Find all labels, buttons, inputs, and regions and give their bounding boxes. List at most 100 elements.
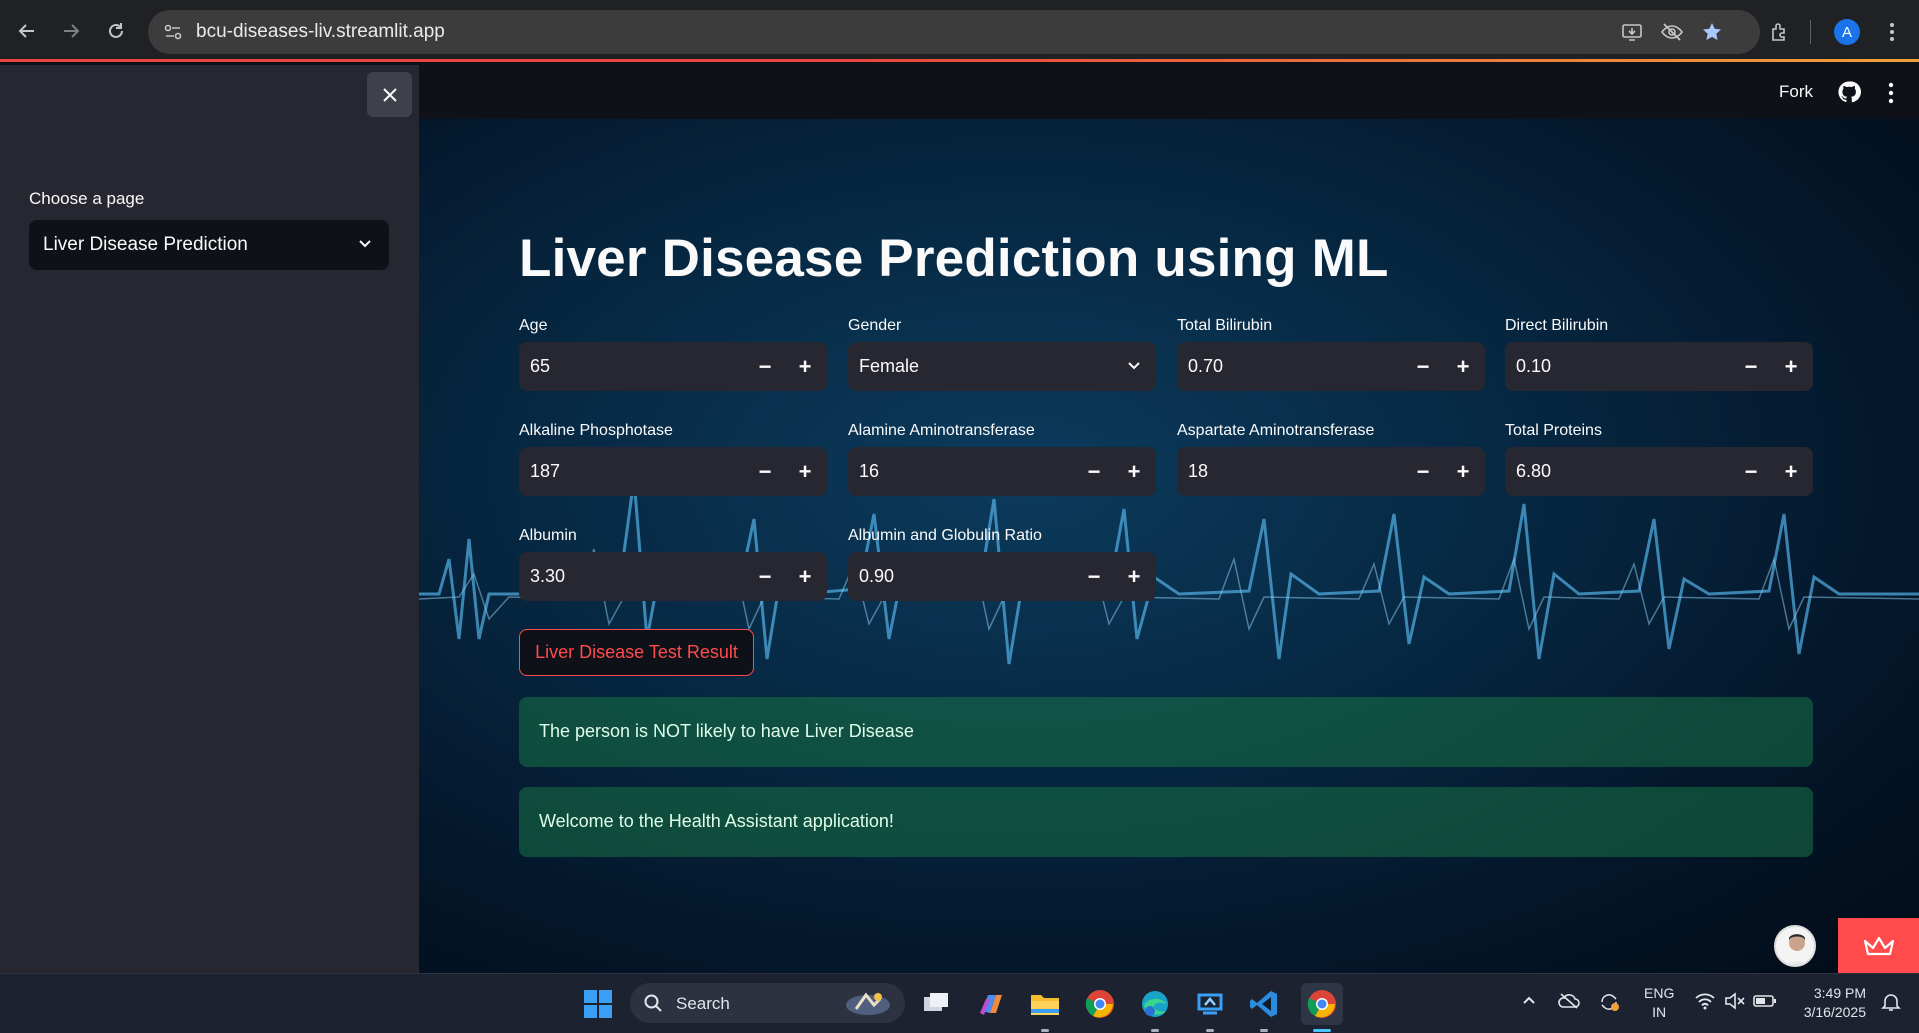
language-indicator[interactable]: ENG IN	[1644, 984, 1674, 1022]
search-placeholder: Search	[676, 994, 730, 1013]
albumin-label: Albumin	[519, 527, 577, 544]
running-indicator	[1151, 1029, 1159, 1032]
windows-start-icon[interactable]	[584, 990, 612, 1018]
total-bilirubin-decrement-button[interactable]: −	[1403, 342, 1443, 391]
cloud-off-icon[interactable]	[1558, 992, 1580, 1010]
chevron-down-icon	[1128, 362, 1140, 370]
notification-bell-icon[interactable]	[1880, 992, 1902, 1012]
task-view-app[interactable]	[918, 986, 954, 1022]
alkaline-phosphotase-value[interactable]: 187	[530, 461, 560, 482]
windows-taskbar: Search ENG IN 3:49 PM 3/16/2025	[0, 973, 1919, 1033]
age-value[interactable]: 65	[530, 356, 550, 377]
total-bilirubin-value[interactable]: 0.70	[1188, 356, 1223, 377]
total-proteins-decrement-button[interactable]: −	[1731, 447, 1771, 496]
bookmark-star-icon[interactable]	[1698, 18, 1726, 46]
close-sidebar-button[interactable]	[367, 72, 412, 117]
creator-avatar[interactable]	[1774, 925, 1816, 967]
install-app-icon[interactable]	[1618, 18, 1646, 46]
eye-off-icon[interactable]	[1658, 18, 1686, 46]
browser-toolbar: bcu-diseases-liv.streamlit.app A	[0, 0, 1919, 62]
copilot-app[interactable]	[973, 986, 1009, 1022]
sidebar: Choose a page Liver Disease Prediction	[0, 65, 419, 973]
edge-app[interactable]	[1137, 986, 1173, 1032]
vscode-app[interactable]	[1246, 986, 1282, 1032]
chrome-profile-app[interactable]	[1301, 983, 1343, 1032]
alkaline-phosphotase-increment-button[interactable]: +	[785, 447, 825, 496]
sync-icon[interactable]	[1598, 992, 1620, 1012]
total-bilirubin-input[interactable]: 0.70 − +	[1177, 342, 1485, 391]
forward-button[interactable]	[56, 16, 86, 46]
ag-ratio-decrement-button[interactable]: −	[1074, 552, 1114, 601]
page-select[interactable]: Liver Disease Prediction	[29, 220, 389, 270]
direct-bilirubin-decrement-button[interactable]: −	[1731, 342, 1771, 391]
fork-link[interactable]: Fork	[1779, 82, 1813, 102]
total-bilirubin-increment-button[interactable]: +	[1443, 342, 1483, 391]
url-text[interactable]: bcu-diseases-liv.streamlit.app	[196, 21, 445, 43]
ag-ratio-input[interactable]: 0.90 − +	[848, 552, 1156, 601]
ag-ratio-value[interactable]: 0.90	[859, 566, 894, 587]
aspartate-aminotransferase-input[interactable]: 18 − +	[1177, 447, 1485, 496]
search-icon	[644, 994, 662, 1012]
albumin-increment-button[interactable]: +	[785, 552, 825, 601]
site-settings-icon[interactable]	[162, 21, 184, 43]
crown-icon	[1863, 936, 1894, 955]
direct-bilirubin-input[interactable]: 0.10 − +	[1505, 342, 1813, 391]
prediction-result-text: The person is NOT likely to have Liver D…	[539, 721, 914, 741]
chevron-up-icon[interactable]	[1521, 992, 1537, 1008]
aspartate-aminotransferase-decrement-button[interactable]: −	[1403, 447, 1443, 496]
alamine-aminotransferase-increment-button[interactable]: +	[1114, 447, 1154, 496]
battery-icon[interactable]	[1753, 992, 1777, 1010]
prediction-result-alert: The person is NOT likely to have Liver D…	[519, 697, 1813, 767]
age-input[interactable]: 65 − +	[519, 342, 827, 391]
albumin-value[interactable]: 3.30	[530, 566, 565, 587]
direct-bilirubin-label: Direct Bilirubin	[1505, 317, 1609, 334]
total-proteins-value[interactable]: 6.80	[1516, 461, 1551, 482]
total-proteins-input[interactable]: 6.80 − +	[1505, 447, 1813, 496]
speaker-muted-icon[interactable]	[1724, 992, 1746, 1010]
app-menu-icon[interactable]	[1885, 81, 1897, 105]
aspartate-aminotransferase-value[interactable]: 18	[1188, 461, 1208, 482]
github-icon[interactable]	[1837, 80, 1861, 104]
extensions-icon[interactable]	[1766, 18, 1794, 46]
chrome-menu-icon[interactable]	[1878, 18, 1906, 46]
remote-app[interactable]	[1192, 986, 1228, 1032]
wifi-icon[interactable]	[1694, 992, 1716, 1010]
liver-test-result-button[interactable]: Liver Disease Test Result	[519, 629, 754, 676]
aspartate-aminotransferase-increment-button[interactable]: +	[1443, 447, 1483, 496]
albumin-decrement-button[interactable]: −	[745, 552, 785, 601]
albumin-input[interactable]: 3.30 − +	[519, 552, 827, 601]
close-icon	[382, 87, 397, 102]
folder-icon	[1031, 995, 1059, 1015]
alamine-aminotransferase-decrement-button[interactable]: −	[1074, 447, 1114, 496]
gender-select[interactable]: Female	[848, 342, 1156, 391]
profile-avatar[interactable]: A	[1834, 19, 1860, 45]
alamine-aminotransferase-input[interactable]: 16 − +	[848, 447, 1156, 496]
page-title: Liver Disease Prediction using ML	[519, 229, 1389, 288]
reload-icon	[109, 23, 123, 38]
direct-bilirubin-value[interactable]: 0.10	[1516, 356, 1551, 377]
direct-bilirubin-increment-button[interactable]: +	[1771, 342, 1811, 391]
clock[interactable]: 3:49 PM 3/16/2025	[1790, 984, 1866, 1022]
chrome-icon	[1085, 990, 1114, 1018]
taskbar-search[interactable]: Search	[630, 983, 905, 1023]
welcome-alert: Welcome to the Health Assistant applicat…	[519, 787, 1813, 857]
reload-button[interactable]	[101, 16, 131, 46]
file-explorer-app[interactable]	[1027, 986, 1063, 1032]
alkaline-phosphotase-label: Alkaline Phosphotase	[519, 422, 673, 439]
alkaline-phosphotase-input[interactable]: 187 − +	[519, 447, 827, 496]
remote-desktop-icon	[1197, 993, 1223, 1015]
total-proteins-increment-button[interactable]: +	[1771, 447, 1811, 496]
ag-ratio-increment-button[interactable]: +	[1114, 552, 1154, 601]
age-decrement-button[interactable]: −	[745, 342, 785, 391]
streamlit-badge[interactable]	[1838, 918, 1919, 973]
total-proteins-label: Total Proteins	[1505, 422, 1602, 439]
search-highlight-image	[846, 992, 890, 1015]
clock-date: 3/16/2025	[1803, 1004, 1866, 1020]
address-bar[interactable]: bcu-diseases-liv.streamlit.app	[148, 10, 1760, 54]
alkaline-phosphotase-decrement-button[interactable]: −	[745, 447, 785, 496]
chrome-app[interactable]	[1082, 986, 1118, 1022]
age-increment-button[interactable]: +	[785, 342, 825, 391]
back-button[interactable]	[12, 16, 42, 46]
copilot-icon	[980, 995, 1002, 1015]
alamine-aminotransferase-value[interactable]: 16	[859, 461, 879, 482]
